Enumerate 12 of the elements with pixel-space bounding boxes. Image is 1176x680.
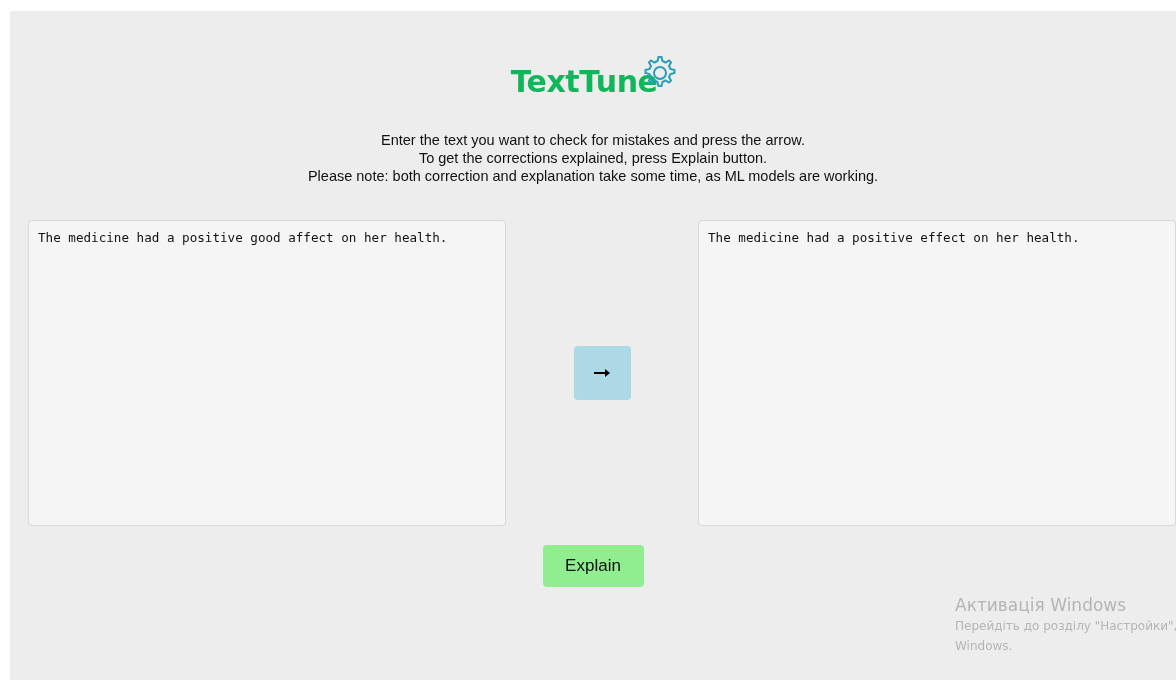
- instruction-text: To get the corrections explained, press Explain button.: [417, 149, 769, 167]
- input-field[interactable]: The medicine had a positive good affect on her health.: [28, 220, 506, 526]
- activation-title: Активація Windows: [955, 594, 1128, 616]
- instruction-text: Enter the text you want to check for mistakes and press the arrow.: [380, 131, 806, 149]
- explain-button[interactable]: Explain: [542, 545, 644, 587]
- correct-button[interactable]: [573, 346, 631, 400]
- activation-text: Windows.: [955, 638, 1014, 655]
- arrow-icon: [594, 369, 610, 377]
- instruction-text: Please note: both correction and explanation take some time, as ML models are working.: [307, 167, 879, 185]
- logo-text: TextTune: [510, 65, 658, 99]
- output-field[interactable]: The medicine had a positive effect on her health.: [698, 220, 1176, 526]
- activation-text: Перейдіть до розділу "Настройки",: [955, 618, 1176, 635]
